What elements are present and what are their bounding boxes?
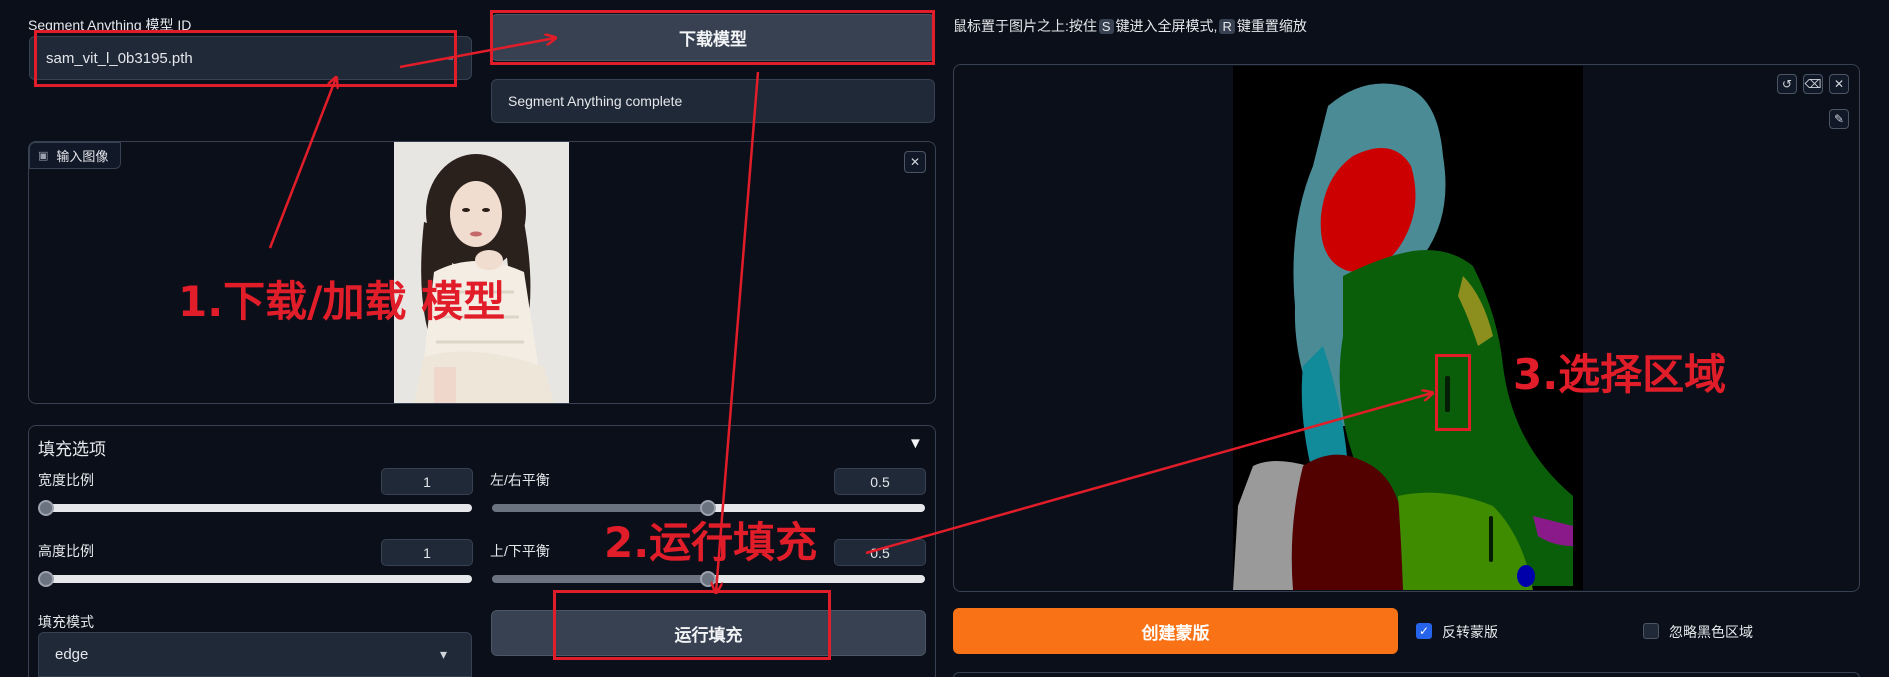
annotation-arrows	[268, 0, 1889, 677]
